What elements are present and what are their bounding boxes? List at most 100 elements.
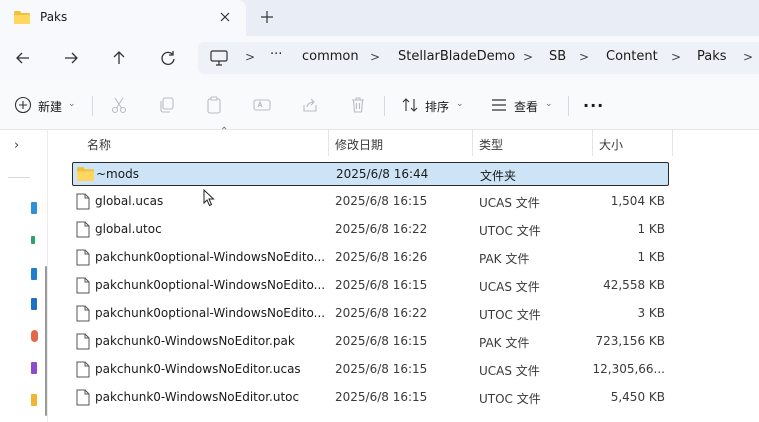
file-name: pakchunk0-WindowsNoEditor.ucas [95, 362, 301, 376]
breadcrumb-separator: > [370, 50, 381, 64]
breadcrumb-sb[interactable]: SB [549, 49, 566, 64]
table-row[interactable]: ~mods 2025/6/8 16:44 文件夹 [72, 162, 669, 186]
close-icon[interactable] [216, 8, 234, 26]
sort-button[interactable]: 排序 [425, 98, 449, 115]
sort-icon[interactable] [401, 96, 419, 114]
file-date: 2025/6/8 16:22 [335, 222, 428, 236]
column-divider[interactable] [328, 130, 329, 156]
breadcrumb-stellarbladedemo[interactable]: StellarBladeDemo [398, 49, 515, 64]
table-row[interactable]: global.ucas 2025/6/8 16:15 UCAS 文件 1,504… [72, 190, 669, 214]
file-size: 1,504 KB [610, 194, 665, 208]
table-row[interactable]: global.utoc 2025/6/8 16:22 UTOC 文件 1 KB [72, 218, 669, 242]
file-icon [76, 277, 90, 294]
breadcrumb-paks[interactable]: Paks [697, 49, 727, 64]
nav-item-icon[interactable] [31, 298, 37, 310]
rename-icon[interactable] [253, 96, 271, 114]
file-type: UTOC 文件 [479, 224, 541, 238]
table-row[interactable]: pakchunk0optional-WindowsNoEdito... 2025… [72, 246, 669, 270]
table-row[interactable]: pakchunk0-WindowsNoEditor.utoc 2025/6/8 … [72, 386, 669, 410]
breadcrumb-separator: > [245, 50, 256, 64]
paste-icon[interactable] [205, 96, 223, 114]
table-row[interactable]: pakchunk0optional-WindowsNoEdito... 2025… [72, 274, 669, 298]
file-type: UCAS 文件 [479, 196, 540, 210]
column-divider[interactable] [592, 130, 593, 156]
table-row[interactable]: pakchunk0-WindowsNoEditor.pak 2025/6/8 1… [72, 330, 669, 354]
sort-indicator-icon: ⌃ [220, 126, 229, 137]
copy-icon[interactable] [158, 96, 176, 114]
file-name: ~mods [96, 167, 139, 181]
plus-circle-icon[interactable] [14, 96, 32, 114]
breadcrumb-overflow[interactable]: ··· [270, 47, 282, 62]
file-icon [76, 305, 90, 322]
command-bar: 新建 ⌄ 排序 ⌄ 查看 ⌄ ··· [0, 80, 759, 130]
column-header-name[interactable]: 名称 [87, 136, 111, 153]
breadcrumb-separator: > [671, 50, 682, 64]
address-bar[interactable]: > ··· common > StellarBladeDemo > SB > C… [198, 42, 759, 74]
folder-icon [14, 11, 30, 24]
mouse-cursor-icon [203, 189, 215, 207]
chevron-down-icon[interactable]: ⌄ [68, 99, 76, 109]
file-type: UCAS 文件 [479, 364, 540, 378]
breadcrumb-content[interactable]: Content [606, 49, 658, 64]
chevron-down-icon[interactable]: ⌄ [545, 99, 553, 109]
nav-item-icon[interactable] [31, 394, 37, 406]
tab-strip: Paks [0, 0, 759, 36]
chevron-down-icon[interactable]: ⌄ [456, 99, 464, 109]
file-size: 1 KB [637, 222, 665, 236]
breadcrumb-common[interactable]: common [302, 49, 359, 64]
column-divider[interactable] [672, 130, 673, 156]
nav-item-icon[interactable] [31, 268, 37, 280]
nav-item-icon[interactable] [31, 236, 35, 244]
scrollbar[interactable] [45, 266, 47, 416]
refresh-icon[interactable] [157, 47, 179, 69]
file-size: 12,305,66... [592, 362, 665, 376]
column-header-row: ⌃ 名称 修改日期 类型 大小 [72, 126, 692, 156]
column-header-size[interactable]: 大小 [599, 136, 623, 153]
file-type: UTOC 文件 [479, 308, 541, 322]
file-icon [76, 193, 90, 210]
file-name: global.utoc [95, 222, 162, 236]
arrow-right-icon[interactable] [60, 47, 82, 69]
view-icon[interactable] [490, 96, 508, 114]
file-date: 2025/6/8 16:15 [335, 278, 428, 292]
plus-icon[interactable] [258, 8, 276, 26]
table-row[interactable]: pakchunk0-WindowsNoEditor.ucas 2025/6/8 … [72, 358, 669, 382]
file-list: ⌃ 名称 修改日期 类型 大小 ~mods 2025/6/8 16:44 文件夹… [52, 126, 759, 422]
share-icon[interactable] [301, 96, 319, 114]
divider [384, 96, 385, 116]
table-row[interactable]: pakchunk0optional-WindowsNoEdito... 2025… [72, 302, 669, 326]
monitor-icon [210, 50, 228, 66]
column-header-type[interactable]: 类型 [479, 136, 503, 153]
file-date: 2025/6/8 16:15 [335, 390, 428, 404]
file-date: 2025/6/8 16:15 [335, 194, 428, 208]
divider [8, 177, 30, 178]
nav-item-icon[interactable] [31, 362, 37, 374]
file-size: 1 KB [637, 250, 665, 264]
file-icon [76, 221, 90, 238]
chevron-right-icon[interactable]: › [14, 138, 19, 153]
delete-icon[interactable] [349, 96, 367, 114]
nav-item-icon[interactable] [31, 330, 38, 342]
column-divider[interactable] [472, 130, 473, 156]
breadcrumb-separator: > [743, 50, 754, 64]
arrow-up-icon[interactable] [108, 47, 130, 69]
view-button[interactable]: 查看 [514, 98, 538, 115]
new-button[interactable]: 新建 [38, 98, 62, 115]
file-type: PAK 文件 [479, 252, 530, 266]
file-icon [76, 361, 90, 378]
cut-icon[interactable] [110, 96, 128, 114]
file-size: 723,156 KB [595, 334, 665, 348]
nav-item-icon[interactable] [31, 202, 37, 214]
file-size: 42,558 KB [603, 278, 665, 292]
tab-paks[interactable]: Paks [0, 0, 246, 36]
file-icon [76, 333, 90, 350]
file-date: 2025/6/8 16:44 [336, 167, 429, 181]
column-header-date[interactable]: 修改日期 [335, 136, 383, 153]
file-date: 2025/6/8 16:15 [335, 362, 428, 376]
more-options-button[interactable]: ··· [583, 96, 604, 115]
breadcrumb-separator: > [579, 50, 590, 64]
file-icon [76, 389, 90, 406]
file-date: 2025/6/8 16:22 [335, 306, 428, 320]
navigation-bar: > ··· common > StellarBladeDemo > SB > C… [0, 36, 759, 80]
arrow-left-icon[interactable] [12, 47, 34, 69]
